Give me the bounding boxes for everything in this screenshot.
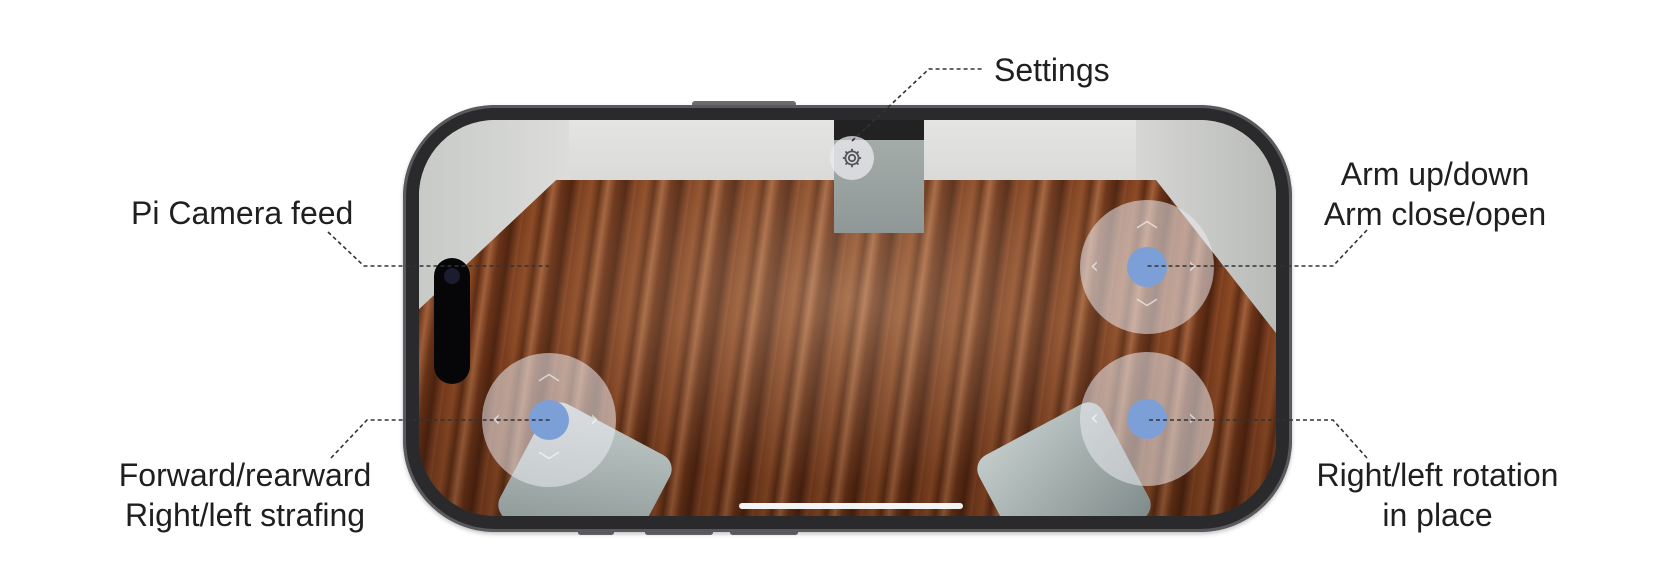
arm-leader bbox=[1147, 229, 1368, 267]
arm-label: Arm up/down Arm close/open bbox=[1300, 154, 1570, 234]
rotation-label-line1: Right/left rotation bbox=[1316, 457, 1559, 493]
drive-label: Forward/rearward Right/left strafing bbox=[100, 455, 390, 535]
drive-label-line1: Forward/rearward bbox=[118, 457, 372, 493]
settings-label: Settings bbox=[994, 52, 1110, 88]
settings-leader bbox=[851, 68, 984, 142]
rotation-label: Right/left rotation in place bbox=[1295, 455, 1580, 535]
camera-feed-label: Pi Camera feed bbox=[131, 195, 354, 231]
drive-leader bbox=[330, 419, 552, 459]
rotation-label-line2: in place bbox=[1382, 497, 1493, 533]
arm-label-line1: Arm up/down bbox=[1340, 156, 1530, 192]
drive-label-line2: Right/left strafing bbox=[124, 497, 366, 533]
rotation-leader bbox=[1147, 419, 1368, 459]
camera-feed-leader bbox=[327, 231, 549, 267]
arm-label-line2: Arm close/open bbox=[1323, 196, 1547, 232]
